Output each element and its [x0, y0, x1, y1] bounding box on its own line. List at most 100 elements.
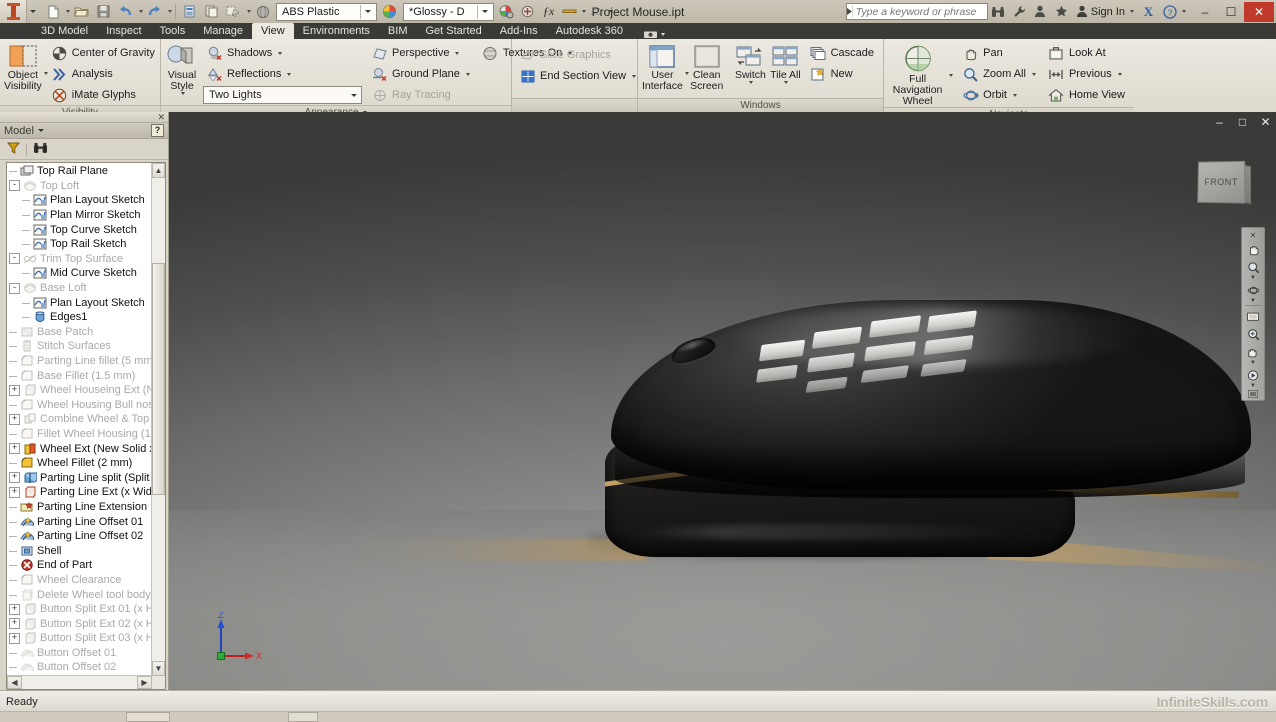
view-cube[interactable]: FRONT	[1197, 160, 1251, 207]
tree-collapse-icon[interactable]: -	[9, 180, 20, 192]
previous-view-caret-icon[interactable]	[1117, 72, 1122, 76]
tree-item[interactable]: Delete Wheel tool body	[7, 587, 152, 602]
tree-item[interactable]: + Parting Line Ext (x Width)	[7, 485, 152, 500]
clean-screen-button[interactable]: Clean Screen	[689, 42, 725, 92]
tree-expand-icon[interactable]: +	[9, 472, 20, 484]
tab-view[interactable]: View	[252, 23, 294, 39]
lighting-style-combo[interactable]: Two Lights	[203, 86, 362, 104]
navbar-menu-icon[interactable]	[1243, 389, 1263, 398]
help-caret-icon[interactable]	[1182, 10, 1186, 13]
autodesk-exchange-icon[interactable]: X	[1138, 1, 1159, 22]
window-close-button[interactable]: ✕	[1244, 1, 1274, 22]
tree-item[interactable]: Fillet Wheel Housing (1 mm)	[7, 427, 152, 442]
tree-expand-icon[interactable]: +	[9, 443, 20, 455]
home-view-button[interactable]: Home View	[1045, 85, 1130, 105]
tree-item[interactable]: + Parting Line split (Split Solid)	[7, 470, 152, 485]
tree-item[interactable]: Wheel Fillet (2 mm)	[7, 456, 152, 471]
showmotion-icon[interactable]	[1243, 366, 1263, 384]
help-icon[interactable]: ?	[1159, 1, 1180, 22]
person-icon[interactable]	[1030, 1, 1051, 22]
full-nav-wheel-caret-icon[interactable]	[949, 74, 954, 77]
tab-add-ins[interactable]: Add-Ins	[491, 23, 547, 39]
tree-item[interactable]: Shell	[7, 543, 152, 558]
center-of-gravity-button[interactable]: Center of Gravity	[48, 43, 160, 63]
appearance-browser-icon[interactable]	[496, 1, 517, 22]
reflections-button[interactable]: Reflections	[203, 64, 362, 84]
tree-expand-icon[interactable]: +	[9, 384, 20, 396]
material-caret-icon[interactable]	[360, 4, 374, 19]
ray-tracing-button[interactable]: Ray Tracing	[368, 85, 475, 105]
tree-expand-icon[interactable]: +	[9, 603, 20, 615]
rule-icon[interactable]	[559, 1, 580, 22]
tree-item[interactable]: Edges1	[7, 310, 152, 325]
end-section-view-button[interactable]: End Section View	[516, 66, 641, 86]
tab-environments[interactable]: Environments	[294, 23, 379, 39]
new-doc-icon[interactable]	[42, 1, 63, 22]
tree-item[interactable]: Wheel Housing Bull nose	[7, 398, 152, 413]
tree-expand-icon[interactable]: +	[9, 413, 20, 425]
tree-item[interactable]: Base Fillet (1.5 mm)	[7, 368, 152, 383]
window-minimize-button[interactable]: –	[1192, 2, 1218, 21]
tree-expand-icon[interactable]: +	[9, 632, 20, 644]
look-at-button[interactable]: Look At	[1045, 43, 1130, 63]
navbar-orbit-item[interactable]: ▼	[1242, 281, 1264, 304]
new-doc-caret-icon[interactable]	[66, 10, 70, 13]
tree-item[interactable]: - Trim Top Surface	[7, 252, 152, 267]
tree-item[interactable]: Button Offset 02	[7, 660, 152, 675]
star-icon[interactable]	[1051, 1, 1072, 22]
tree-item[interactable]: Plan Layout Sketch	[7, 295, 152, 310]
zoom-all-button[interactable]: Zoom All	[959, 64, 1041, 84]
tree-item[interactable]: Top Curve Sketch	[7, 222, 152, 237]
sign-in-caret-icon[interactable]	[1130, 10, 1134, 13]
tree-item[interactable]: - Base Loft	[7, 281, 152, 296]
object-visibility-button[interactable]: Object Visibility	[4, 42, 42, 92]
navbar-close-icon[interactable]: ✕	[1243, 231, 1263, 240]
tree-item[interactable]: + Wheel Houseing Ext (New Sol	[7, 383, 152, 398]
appearance-caret-icon[interactable]	[477, 4, 491, 19]
visual-style-button[interactable]: Visual Style	[165, 42, 199, 95]
tree-horizontal-scrollbar[interactable]: ◀ ▶	[7, 675, 152, 689]
undo-caret-icon[interactable]	[139, 10, 143, 13]
lighting-style-caret-icon[interactable]	[347, 88, 361, 102]
select-caret-icon[interactable]	[247, 10, 251, 13]
tree-item[interactable]: + Button Split Ext 03 (x Height)	[7, 631, 152, 646]
tab-autodesk-360[interactable]: Autodesk 360	[547, 23, 632, 39]
tree-item[interactable]: Top Rail Sketch	[7, 237, 152, 252]
orbit-icon[interactable]	[1243, 281, 1263, 299]
tile-all-caret-icon[interactable]	[784, 81, 789, 84]
zoom-all-caret-icon[interactable]	[1031, 72, 1036, 76]
material-browser-icon[interactable]	[379, 1, 400, 22]
reflections-caret-icon[interactable]	[287, 72, 292, 76]
analysis-button[interactable]: Analysis	[48, 64, 160, 84]
tab-manage[interactable]: Manage	[194, 23, 252, 39]
ribbon-display-options[interactable]	[643, 30, 665, 39]
pan-button[interactable]: Pan	[959, 43, 1041, 63]
material-combo[interactable]: ABS Plastic	[276, 2, 377, 21]
browser-close-icon[interactable]: ✕	[157, 113, 165, 122]
tree-item[interactable]: Parting Line Extension	[7, 500, 152, 515]
inventor-logo-button[interactable]	[0, 0, 27, 23]
tree-expand-icon[interactable]: +	[9, 618, 20, 630]
pan-hand-icon[interactable]	[1243, 240, 1263, 258]
filter-funnel-icon[interactable]	[6, 142, 21, 157]
tile-all-button[interactable]: Tile All	[768, 42, 802, 84]
tab-bim[interactable]: BIM	[379, 23, 417, 39]
user-interface-button[interactable]: User Interface	[642, 42, 683, 92]
tree-item[interactable]: + Wheel Ext (New Solid x 5 mm	[7, 441, 152, 456]
tree-item[interactable]: Stitch Surfaces	[7, 339, 152, 354]
zoom-window-icon[interactable]	[1243, 258, 1263, 276]
graphics-viewport[interactable]: – □ ✕ FRONT ✕ ▼ ▼ ▼ ▼ Z X	[169, 112, 1276, 690]
ground-plane-caret-icon[interactable]	[465, 72, 470, 76]
ground-plane-button[interactable]: Ground Plane	[368, 64, 475, 84]
navbar-steering-wheel-item[interactable]: ▼	[1242, 343, 1264, 366]
update-icon[interactable]	[179, 1, 200, 22]
browser-title-dropdown[interactable]: Model	[4, 125, 44, 137]
shadows-button[interactable]: Shadows	[203, 43, 362, 63]
tree-item[interactable]: Plan Layout Sketch	[7, 193, 152, 208]
orbit-button[interactable]: Orbit	[959, 85, 1041, 105]
tree-item[interactable]: Wheel Clearance	[7, 573, 152, 588]
sign-in-button[interactable]: Sign In	[1072, 5, 1138, 18]
fx-parameters-icon[interactable]: ƒx	[538, 1, 559, 22]
tab-inspect[interactable]: Inspect	[97, 23, 150, 39]
snap-icon[interactable]	[586, 1, 607, 22]
